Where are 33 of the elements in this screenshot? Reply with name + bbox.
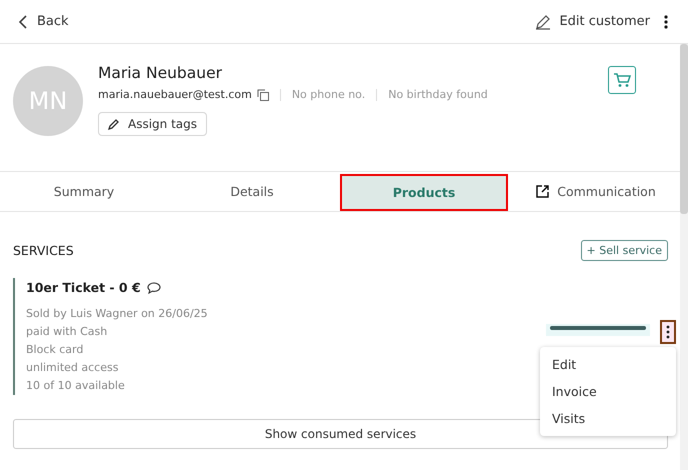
customer-name: Maria Neubauer bbox=[98, 64, 223, 82]
tab[interactable]: Communication bbox=[512, 172, 680, 211]
service-detail: 10 of 10 available bbox=[26, 378, 126, 394]
external-link-icon bbox=[536, 185, 550, 198]
tab[interactable]: Details bbox=[168, 172, 336, 211]
more-button[interactable] bbox=[660, 320, 676, 344]
cart-button[interactable] bbox=[608, 66, 636, 94]
customer-email: maria.nauebauer@test.com bbox=[98, 88, 252, 101]
back-button[interactable]: Back bbox=[18, 14, 69, 29]
chevron-left-icon bbox=[18, 14, 28, 28]
menu-item[interactable]: Invoice bbox=[540, 378, 676, 405]
copy-icon[interactable] bbox=[256, 88, 269, 100]
service-detail: Sold by Luis Wagner on 26/06/25 bbox=[26, 306, 209, 322]
more-icon[interactable] bbox=[664, 14, 668, 28]
section-heading: SERVICES bbox=[13, 243, 74, 258]
more-icon bbox=[666, 325, 670, 339]
menu-item[interactable]: Edit bbox=[540, 351, 676, 378]
birthday-text: No birthday found bbox=[388, 88, 488, 101]
service-detail: Block card bbox=[26, 342, 84, 358]
pencil-icon bbox=[535, 14, 552, 30]
assign-tags-button[interactable]: Assign tags bbox=[98, 112, 208, 136]
comment-icon[interactable] bbox=[146, 282, 161, 294]
sell-service-button[interactable]: + Sell service bbox=[580, 240, 668, 261]
edit-customer-button[interactable]: Edit customer bbox=[535, 14, 650, 30]
pencil-icon bbox=[108, 118, 120, 130]
phone-text: No phone no. bbox=[292, 88, 366, 101]
service-detail: unlimited access bbox=[26, 360, 120, 376]
service-title: 10er Ticket - 0 € bbox=[26, 280, 141, 295]
scrollbar[interactable] bbox=[680, 44, 688, 470]
cart-icon bbox=[613, 72, 631, 88]
tab[interactable]: Products bbox=[340, 174, 508, 211]
tab[interactable]: Summary bbox=[0, 172, 168, 211]
service-detail: paid with Cash bbox=[26, 324, 108, 340]
